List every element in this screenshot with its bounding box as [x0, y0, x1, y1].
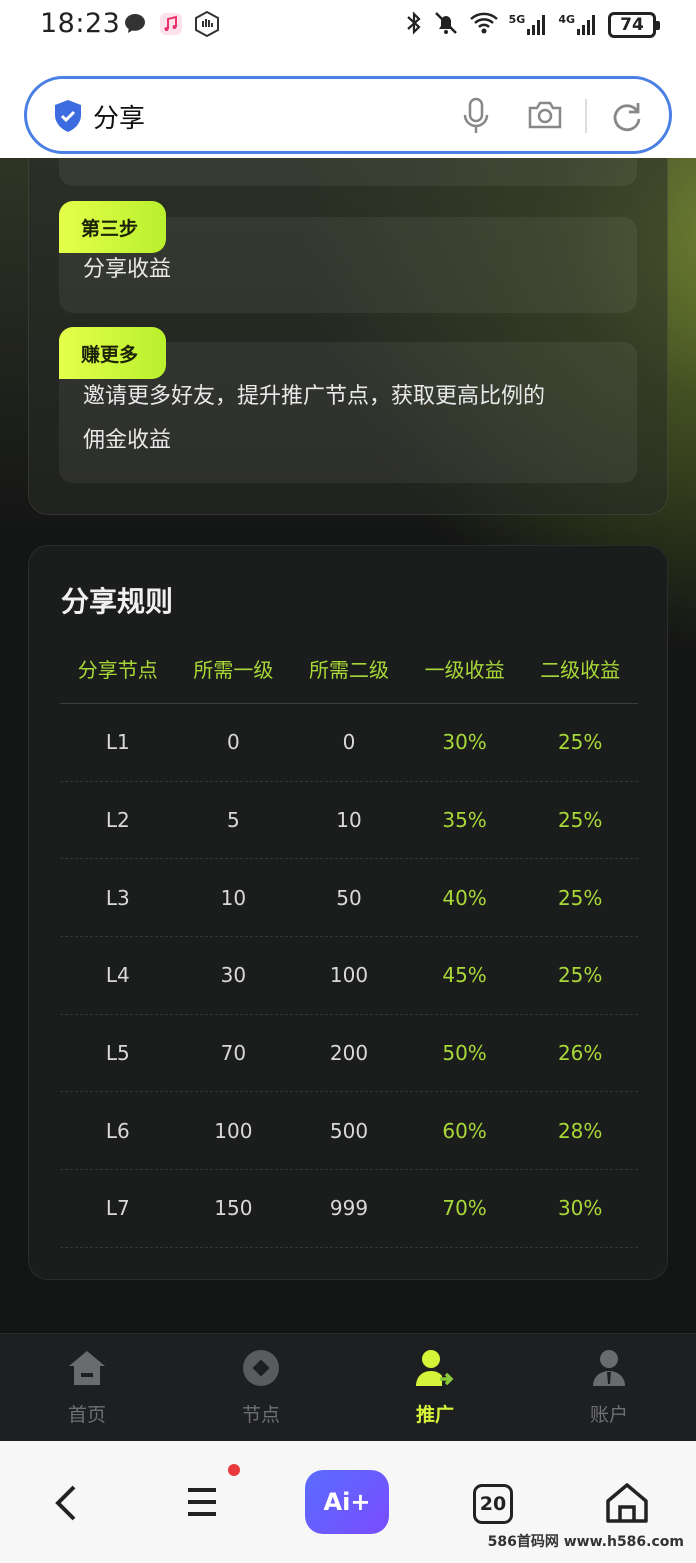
rules-card: 分享规则 分享节点 所需一级 所需二级 一级收益 二级收益 L1 0 0 30%…: [28, 545, 668, 1280]
notification-dot: [228, 1464, 240, 1476]
network-5g-label: 5G: [508, 13, 526, 26]
tab-promote[interactable]: 推广: [348, 1334, 522, 1441]
home-browser-icon[interactable]: [604, 1481, 650, 1529]
cell-level2-income: 25%: [557, 963, 603, 988]
status-right-icons: 5G 4G 74: [405, 10, 660, 40]
header-node: 分享节点: [77, 658, 158, 682]
promote-icon: [414, 1348, 456, 1394]
search-separator: [585, 99, 587, 133]
cell-level1-income: 30%: [442, 730, 487, 755]
cell-node: L2: [105, 808, 130, 833]
tabs-count-button[interactable]: 20: [473, 1484, 513, 1524]
cell-level2-required: 50: [336, 885, 362, 910]
browser-toolbar: Ai+ 20 586首码网 www.h586.com: [0, 1441, 696, 1563]
status-bar: 18:23 5G 4G 74: [0, 0, 696, 50]
cell-level2-income: 26%: [557, 1041, 603, 1066]
rules-table-header: 分享节点 所需一级 所需二级 一级收益 二级收益: [60, 642, 638, 704]
earn-more-text-line2: 佣金收益: [83, 428, 172, 453]
signal-4g-icon: 4G: [558, 14, 598, 36]
cell-level2-income: 25%: [557, 808, 603, 833]
mic-icon[interactable]: [463, 97, 489, 139]
cell-level1-required: 30: [220, 963, 247, 988]
cell-node: L6: [105, 1118, 130, 1143]
cell-level1-required: 150: [214, 1196, 253, 1221]
menu-icon[interactable]: [186, 1485, 218, 1523]
cell-level1-income: 60%: [442, 1118, 487, 1143]
table-row: L2 5 10 35% 25%: [60, 782, 638, 860]
status-time: 18:23: [40, 8, 121, 39]
cell-level1-required: 100: [214, 1118, 253, 1143]
status-left-icons: [122, 11, 220, 37]
search-input[interactable]: 分享: [93, 98, 145, 135]
page-content: 第三步 分享收益 赚更多 邀请更多好友，提升推广节点，获取更高比例的 佣金收益 …: [0, 158, 696, 1333]
cell-level1-required: 5: [227, 808, 240, 833]
cell-level1-income: 35%: [442, 808, 487, 833]
cell-level1-required: 10: [220, 885, 247, 910]
table-row: L5 70 200 50% 26%: [60, 1015, 638, 1093]
tab-home-label: 首页: [67, 1404, 106, 1426]
cell-level1-required: 70: [220, 1041, 247, 1066]
network-4g-label: 4G: [558, 13, 575, 26]
back-icon[interactable]: [52, 1483, 80, 1527]
header-level1-required: 所需一级: [193, 658, 274, 682]
cell-level2-required: 200: [329, 1041, 369, 1066]
cell-level2-required: 100: [329, 963, 369, 988]
search-bar[interactable]: 分享: [24, 76, 672, 154]
cell-level1-income: 50%: [442, 1041, 487, 1066]
music-icon: [158, 11, 184, 37]
table-row: L1 0 0 30% 25%: [60, 704, 638, 782]
step-three-text: 分享收益: [83, 257, 172, 282]
header-level2-required: 所需二级: [308, 658, 389, 682]
search-area: 分享: [0, 50, 696, 158]
cell-level1-required: 0: [227, 730, 240, 755]
tab-node[interactable]: 节点: [174, 1334, 348, 1441]
cell-level2-income: 25%: [557, 730, 603, 755]
signal-5g-icon: 5G: [509, 14, 549, 36]
cell-level2-required: 0: [342, 730, 356, 755]
bluetooth-icon: [405, 10, 423, 40]
cell-level2-required: 999: [329, 1196, 369, 1221]
camera-icon[interactable]: [527, 99, 563, 135]
tab-account-label: 账户: [589, 1404, 628, 1426]
cell-level2-required: 500: [329, 1118, 369, 1143]
cell-node: L5: [105, 1041, 130, 1066]
cell-node: L3: [105, 885, 130, 910]
cell-level1-income: 40%: [442, 885, 487, 910]
table-row: L7 150 999 70% 30%: [60, 1170, 638, 1248]
hand-icon: [194, 11, 220, 37]
cell-level2-income: 25%: [557, 885, 603, 910]
previous-step-box: [59, 158, 637, 186]
cell-level2-required: 10: [336, 808, 362, 833]
tab-promote-label: 推广: [415, 1404, 454, 1426]
tab-account[interactable]: 账户: [522, 1334, 696, 1441]
cell-level2-income: 30%: [557, 1196, 603, 1221]
header-level2-income: 二级收益: [540, 658, 621, 682]
table-row: L6 100 500 60% 28%: [60, 1092, 638, 1171]
wifi-icon: [469, 11, 499, 39]
ai-button[interactable]: Ai+: [305, 1470, 389, 1534]
table-row: L3 10 50 40% 25%: [60, 859, 638, 938]
rules-table-body: L1 0 0 30% 25% L2 5 10 35% 25% L3 10 50 …: [60, 704, 638, 1248]
cell-node: L4: [105, 963, 130, 988]
battery-indicator: 74: [608, 12, 660, 38]
node-icon: [241, 1348, 281, 1392]
watermark: 586首码网 www.h586.com: [487, 1534, 684, 1550]
tab-node-label: 节点: [241, 1404, 280, 1426]
rules-title: 分享规则: [61, 585, 174, 618]
cell-level1-income: 70%: [442, 1196, 487, 1221]
tab-home[interactable]: 首页: [0, 1334, 174, 1441]
cell-node: L1: [105, 730, 130, 755]
message-icon: [122, 11, 148, 37]
table-row: L4 30 100 45% 25%: [60, 937, 638, 1015]
reload-icon[interactable]: [611, 99, 643, 137]
app-tab-bar: 首页 节点 推广 账户: [0, 1333, 696, 1441]
cell-node: L7: [105, 1196, 130, 1221]
header-level1-income: 一级收益: [424, 658, 505, 682]
mute-icon: [433, 10, 459, 40]
account-icon: [589, 1348, 629, 1392]
home-icon: [67, 1348, 107, 1392]
cell-level1-income: 45%: [442, 963, 487, 988]
cell-level2-income: 28%: [557, 1118, 603, 1143]
shield-icon: [53, 99, 83, 137]
